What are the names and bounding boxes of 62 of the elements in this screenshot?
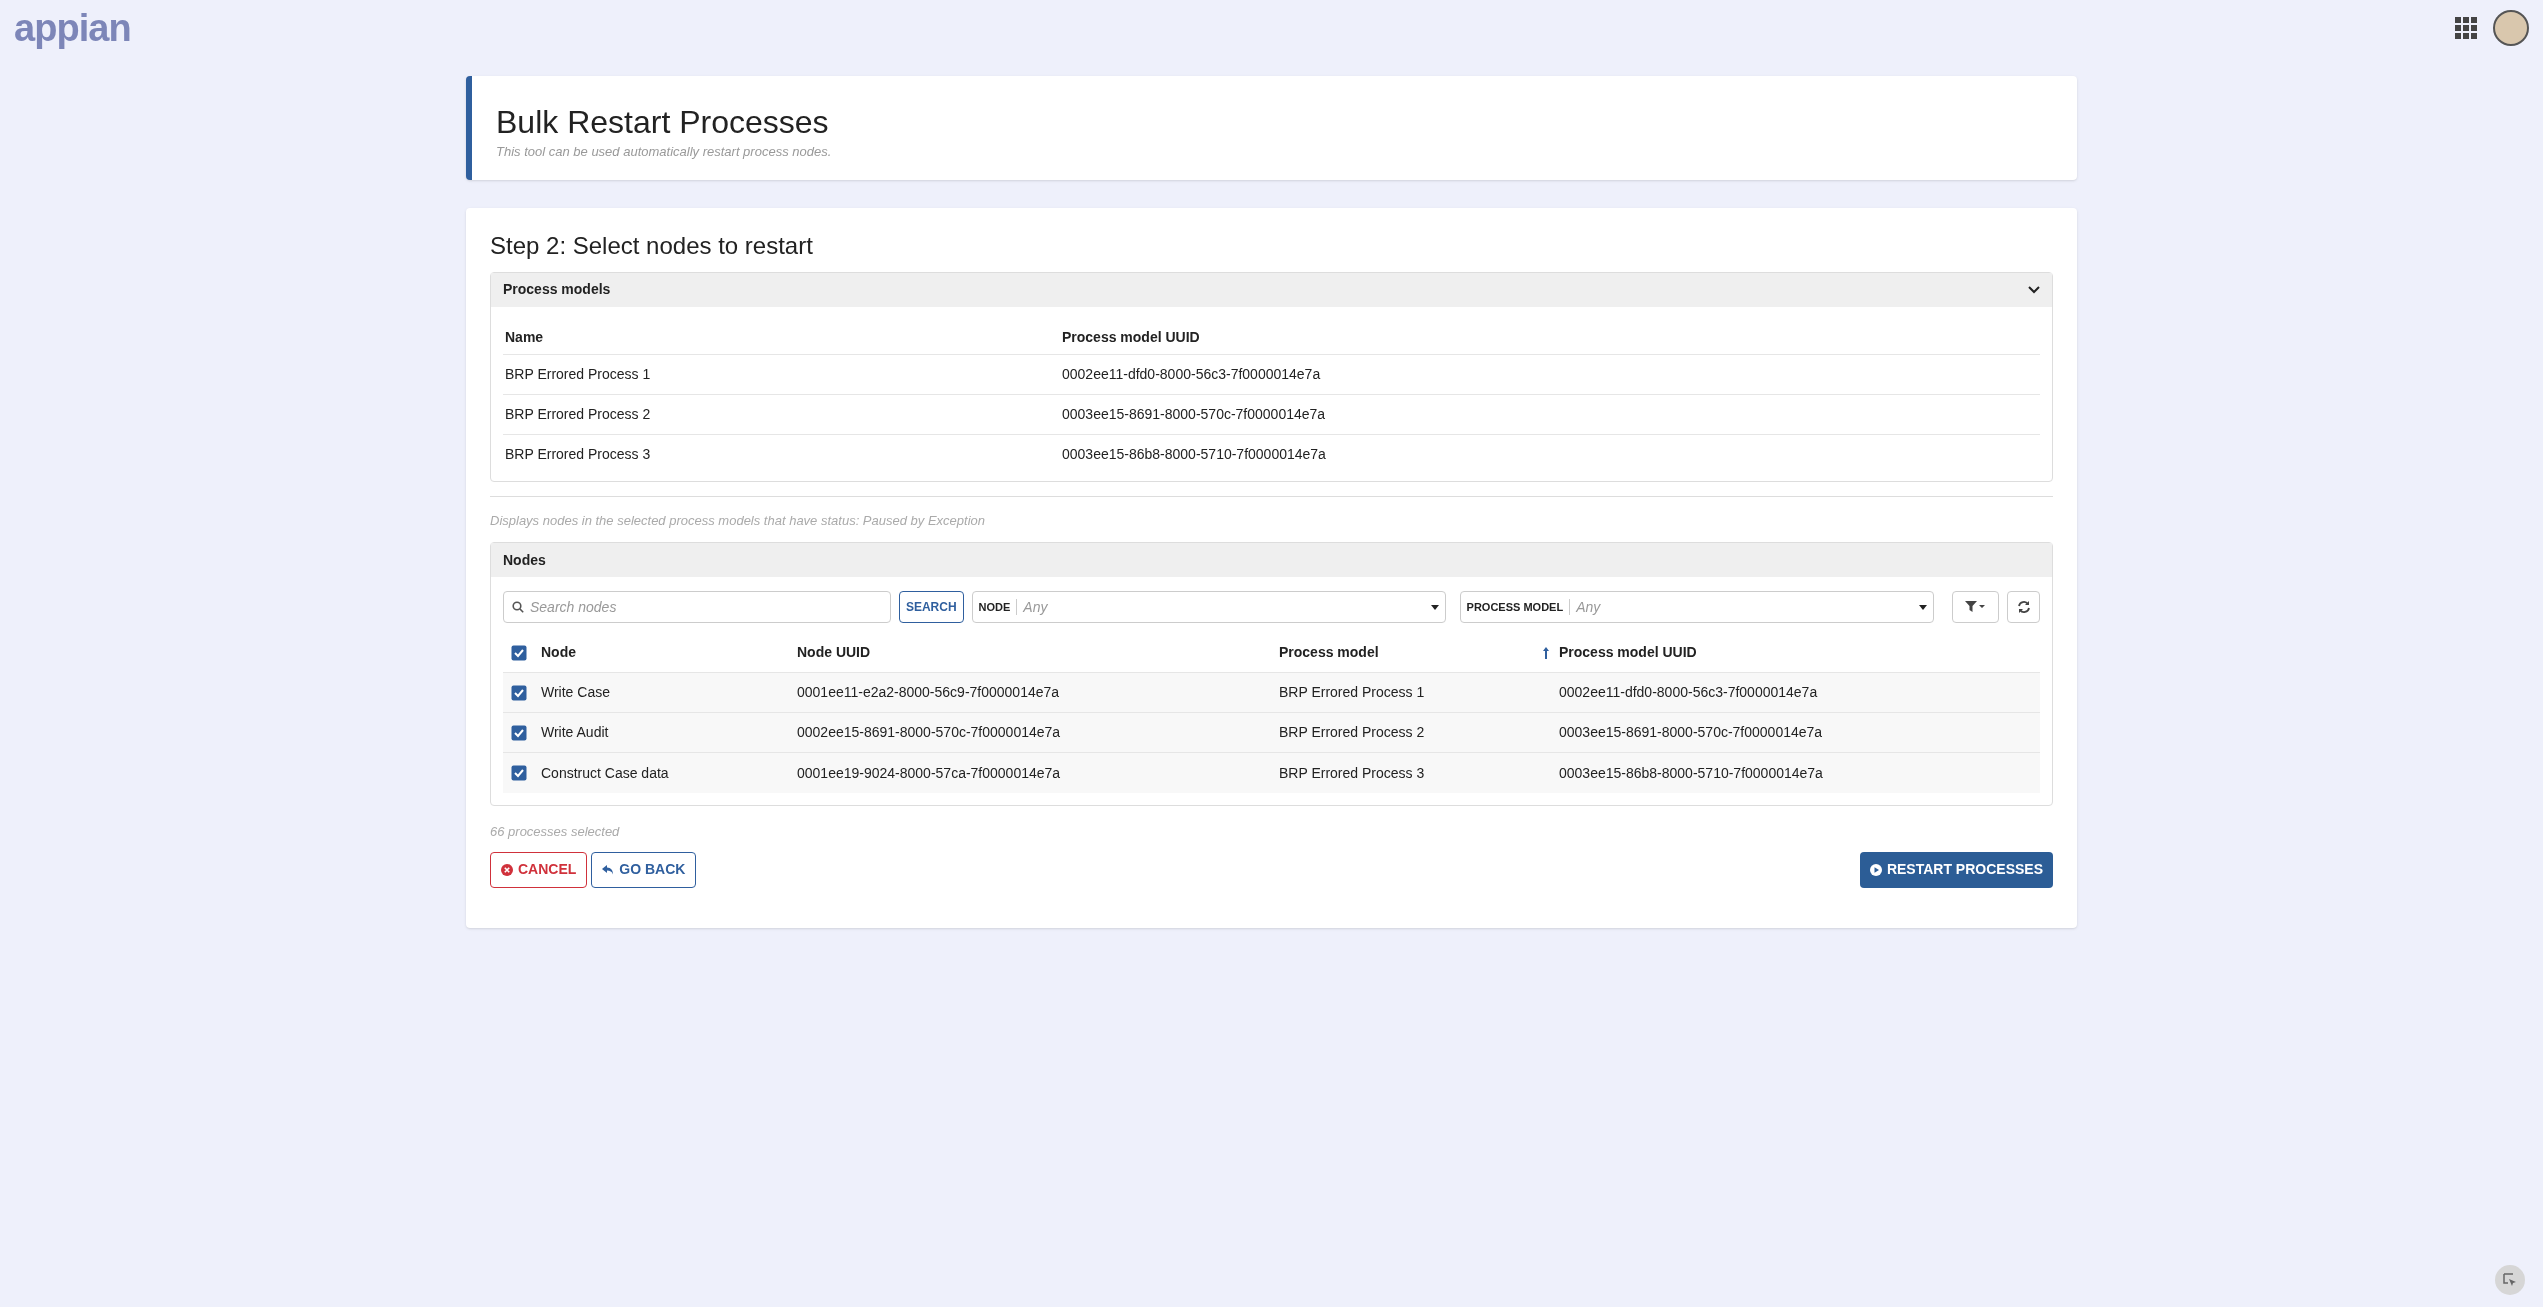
table-cell-text: BRP Errored Process 3: [505, 445, 652, 464]
search-field[interactable]: Search nodes: [503, 591, 891, 623]
table-cell-text: 0001ee11-e2a2-8000-56c9-7f0000014e7a: [797, 683, 1061, 702]
checkbox[interactable]: [511, 765, 527, 781]
table-cell-text: Construct Case data: [541, 763, 670, 783]
filter-label: NODE: [978, 598, 1018, 616]
column-header[interactable]: Node UUID: [797, 642, 1279, 663]
user-avatar[interactable]: [2493, 10, 2529, 46]
table-cell-text: 0002ee11-dfd0-8000-56c3-7f0000014e7a: [1062, 364, 1322, 384]
table-cell-text: 0002ee15-8691-8000-570c-7f0000014e7a: [797, 723, 1062, 742]
reply-arrow-icon: [602, 863, 615, 876]
table-cell-text: 0002ee11-dfd0-8000-56c3-7f0000014e7a: [1559, 683, 1819, 702]
caret-icon: [1430, 604, 1439, 610]
sort-arrow-icon[interactable]: [1543, 646, 1549, 659]
column-header[interactable]: Node: [541, 642, 797, 663]
chevron-icon[interactable]: [2028, 285, 2040, 294]
table-cell-text: 0003ee15-86b8-8000-5710-7f0000014e7a: [1062, 445, 1327, 464]
table-cell-text: 0001ee19-9024-8000-57ca-7f0000014e7a: [797, 763, 1062, 783]
table-cell-text: BRP Errored Process 2: [505, 404, 652, 424]
panel-title: Nodes: [503, 550, 546, 570]
table-cell-text: 0003ee15-8691-8000-570c-7f0000014e7a: [1559, 723, 1824, 742]
table-cell-text: BRP Errored Process 3: [1279, 763, 1426, 783]
filter-icon: [1965, 601, 1986, 613]
table-cell-text: BRP Errored Process 1: [1279, 683, 1426, 702]
dropdown[interactable]: PROCESS MODEL Any: [1459, 591, 1934, 623]
screenshot-tool-button[interactable]: [2495, 1265, 2525, 1295]
caret-icon: [1918, 604, 1927, 610]
refresh-button[interactable]: [2007, 591, 2040, 623]
panel-title: Process models: [503, 280, 611, 299]
play-circle-icon: [1869, 863, 1882, 876]
column-header[interactable]: Process model UUID: [1559, 642, 2032, 663]
page-subtitle: This tool can be used automatically restart process nodes.: [496, 143, 833, 161]
x-circle-icon: [501, 863, 513, 876]
back-button[interactable]: GO BACK: [591, 851, 697, 888]
table-cell-text: BRP Errored Process 2: [1279, 723, 1426, 742]
column-header: Name: [505, 327, 545, 347]
column-header[interactable]: Process model: [1279, 642, 1559, 663]
filter-label: PROCESS MODEL: [1466, 598, 1571, 616]
table-cell-text: BRP Errored Process 1: [505, 364, 652, 384]
hint-text: Displays nodes in the selected process models that have status: Paused by Exception: [490, 511, 986, 530]
table-cell-text: 0003ee15-86b8-8000-5710-7f0000014e7a: [1559, 763, 1824, 783]
cursor-select-icon: [2503, 1273, 2517, 1287]
filter-value: Any: [1576, 597, 1601, 617]
search-button[interactable]: SEARCH: [898, 591, 964, 623]
table-cell-text: Write Audit: [541, 723, 610, 742]
search-icon: [512, 601, 524, 613]
refresh-icon: [2016, 600, 2031, 614]
checkbox[interactable]: [511, 644, 527, 661]
app-grid-icon[interactable]: [2455, 17, 2477, 39]
primary-button[interactable]: RESTART PROCESSES: [1859, 851, 2053, 888]
step-title: Step 2: Select nodes to restart: [490, 230, 814, 261]
cancel-button[interactable]: CANCEL: [490, 851, 588, 888]
table-cell-text: Write Case: [541, 683, 611, 702]
page-title: Bulk Restart Processes: [496, 103, 830, 142]
table-cell-text: 0003ee15-8691-8000-570c-7f0000014e7a: [1062, 404, 1327, 424]
dropdown[interactable]: NODE Any: [971, 591, 1446, 623]
filter-button[interactable]: [1951, 591, 2000, 623]
selection-count: 66 processes selected: [490, 823, 621, 841]
column-header: Process model UUID: [1062, 327, 1201, 347]
checkbox[interactable]: [511, 724, 527, 741]
filter-value: Any: [1023, 597, 1048, 617]
checkbox[interactable]: [511, 684, 527, 701]
